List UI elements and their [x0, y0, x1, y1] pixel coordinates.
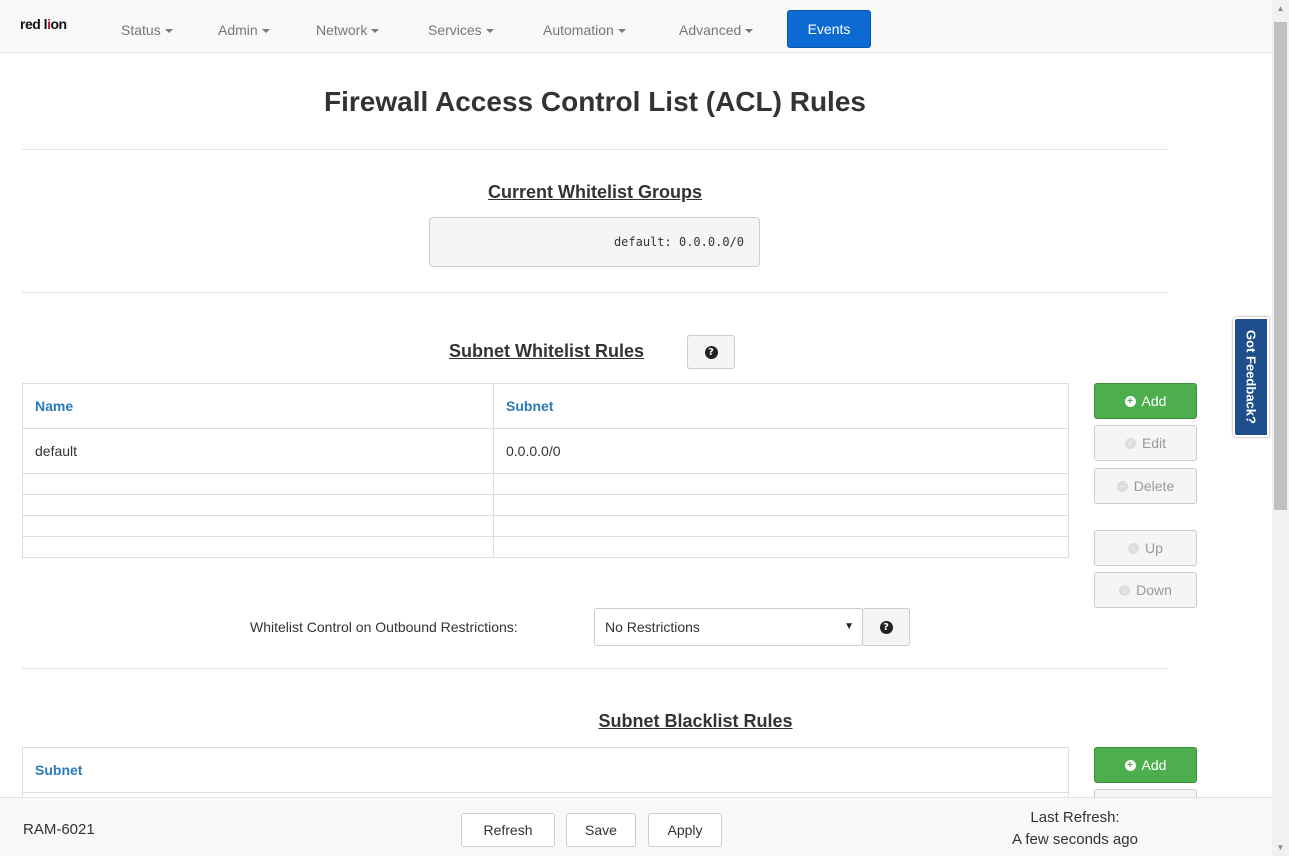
scroll-thumb[interactable] [1274, 22, 1287, 510]
whitelist-down-button[interactable]: ↓ Down [1094, 572, 1197, 608]
question-icon: ? [704, 345, 718, 359]
nav-automation-menu[interactable]: Automation [543, 0, 626, 53]
whitelist-edit-button[interactable]: ✓ Edit [1094, 425, 1197, 461]
chevron-down-icon [371, 29, 380, 34]
cell-name: default [22, 428, 494, 474]
outbound-help-button[interactable]: ? [862, 608, 910, 646]
whitelist-help-button[interactable]: ? [687, 335, 735, 369]
device-name: RAM-6021 [23, 821, 95, 838]
table-row[interactable] [22, 494, 1069, 516]
table-row[interactable]: default 0.0.0.0/0 [22, 428, 1069, 474]
scroll-up-icon[interactable]: ▲ [1272, 0, 1289, 17]
edit-icon: ✓ [1124, 437, 1136, 449]
outbound-restrictions-label: Whitelist Control on Outbound Restrictio… [250, 619, 518, 635]
blacklist-add-button[interactable]: + Add [1094, 747, 1197, 783]
whitelist-table: Name Subnet default 0.0.0.0/0 [22, 383, 1069, 558]
plus-circle-icon: + [1124, 759, 1136, 771]
table-row[interactable] [22, 536, 1069, 558]
page-scrollbar[interactable]: ▲ ▼ [1272, 0, 1289, 856]
column-header-subnet[interactable]: Subnet [22, 747, 1069, 793]
refresh-button[interactable]: Refresh [461, 813, 555, 847]
nav-network-menu[interactable]: Network [316, 0, 380, 53]
minus-circle-icon: − [1116, 480, 1128, 492]
page-title: Firewall Access Control List (ACL) Rules [324, 86, 866, 117]
column-header-subnet[interactable]: Subnet [493, 383, 1069, 429]
chevron-down-icon [261, 29, 270, 34]
nav-advanced-menu[interactable]: Advanced [679, 0, 754, 53]
blacklist-rules-title: Subnet Blacklist Rules [598, 711, 793, 731]
whitelist-add-button[interactable]: + Add [1094, 383, 1197, 419]
chevron-down-icon [617, 29, 626, 34]
chevron-down-icon [164, 29, 173, 34]
whitelist-up-button[interactable]: ↑ Up [1094, 530, 1197, 566]
whitelist-groups-box: default: 0.0.0.0/0 [429, 217, 760, 267]
top-navbar: red lion Status Admin Network Services A… [0, 0, 1272, 53]
table-row[interactable] [22, 515, 1069, 537]
scroll-down-icon[interactable]: ▼ [1272, 839, 1289, 856]
footer-bar: RAM-6021 Refresh Save Apply Last Refresh… [0, 797, 1272, 856]
nav-status-menu[interactable]: Status [121, 0, 173, 53]
divider [22, 149, 1168, 150]
nav-admin-menu[interactable]: Admin [218, 0, 270, 53]
last-refresh-status: Last Refresh: A few seconds ago [1012, 809, 1138, 848]
arrow-down-icon: ↓ [1119, 584, 1131, 596]
question-icon: ? [879, 620, 893, 634]
nav-services-menu[interactable]: Services [428, 0, 494, 53]
events-button[interactable]: Events [787, 10, 871, 48]
table-row[interactable] [22, 473, 1069, 495]
redlion-logo[interactable]: red lion [20, 16, 67, 32]
chevron-down-icon [745, 29, 754, 34]
apply-button[interactable]: Apply [648, 813, 722, 847]
feedback-tab[interactable]: Got Feedback? [1233, 317, 1269, 437]
divider [22, 668, 1168, 669]
divider [22, 292, 1168, 293]
whitelist-rules-title: Subnet Whitelist Rules [449, 341, 645, 361]
plus-circle-icon: + [1124, 395, 1136, 407]
save-button[interactable]: Save [566, 813, 636, 847]
arrow-up-icon: ↑ [1128, 542, 1140, 554]
chevron-down-icon [485, 29, 494, 34]
dropdown-arrow-icon: ▼ [844, 621, 854, 632]
whitelist-delete-button[interactable]: − Delete [1094, 468, 1197, 504]
whitelist-groups-title: Current Whitelist Groups [487, 182, 702, 202]
outbound-restrictions-select[interactable]: No Restrictions ▼ [594, 608, 863, 646]
cell-subnet: 0.0.0.0/0 [493, 428, 1069, 474]
column-header-name[interactable]: Name [22, 383, 494, 429]
